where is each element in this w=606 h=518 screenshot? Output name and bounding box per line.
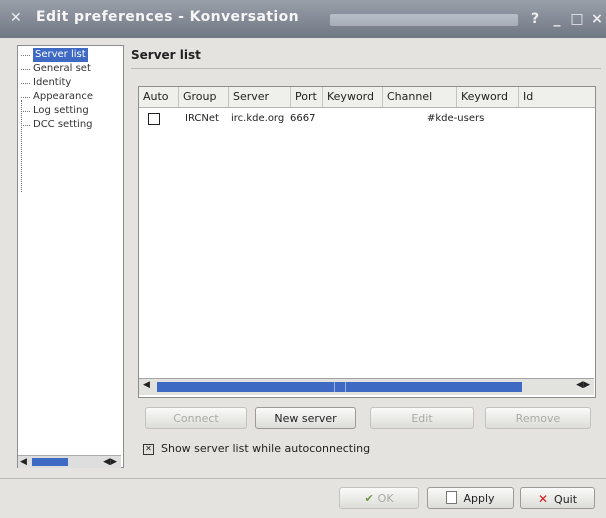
edit-button[interactable]: Edit	[370, 407, 474, 429]
column-header-auto[interactable]: Auto	[139, 87, 179, 107]
quit-button[interactable]: ✕ Quit	[520, 487, 595, 509]
scroll-left-icon[interactable]: ◀	[20, 456, 27, 468]
tree-item-label: Log setting	[33, 105, 89, 116]
scroll-arrows-icon[interactable]: ◀▶	[103, 456, 117, 468]
tree-item-identity[interactable]: Identity	[21, 76, 121, 90]
tree-item-label: Server list	[33, 48, 88, 62]
tree-item-label: General set	[33, 63, 91, 74]
scrollbar-thumb[interactable]	[32, 458, 68, 466]
tree-horizontal-scrollbar[interactable]: ◀ ◀▶	[18, 455, 121, 468]
close-icon[interactable]: ×	[588, 10, 606, 28]
server-list-table[interactable]: Auto Group Server Port Keyword Channel K…	[138, 86, 596, 398]
window-title: Edit preferences - Konversation	[36, 9, 299, 25]
quit-label: Quit	[554, 493, 578, 506]
check-icon: ✔	[364, 492, 374, 505]
column-header-server[interactable]: Server	[229, 87, 291, 107]
scrollbar-grip	[334, 382, 346, 392]
settings-tree[interactable]: Server list General set Identity Appeara…	[17, 45, 124, 468]
divider	[0, 478, 606, 479]
tree-item-label: Identity	[33, 77, 72, 88]
table-horizontal-scrollbar[interactable]: ◀ ◀▶	[139, 378, 594, 395]
title-bar-decoration	[330, 14, 518, 26]
column-header-channel-keyword[interactable]: Keyword	[457, 87, 519, 107]
column-header-group[interactable]: Group	[179, 87, 229, 107]
column-header-keyword[interactable]: Keyword	[323, 87, 383, 107]
title-bar[interactable]: ✕ Edit preferences - Konversation ? _ □ …	[0, 0, 606, 38]
close-icon: ✕	[537, 492, 549, 506]
cell-group: IRCNet	[185, 113, 219, 124]
preferences-window: ✕ Edit preferences - Konversation ? _ □ …	[0, 0, 606, 518]
tree-item-label: Appearance	[33, 91, 94, 102]
app-icon: ✕	[10, 10, 22, 26]
tree-item-label: DCC setting	[33, 119, 93, 130]
column-header-port[interactable]: Port	[291, 87, 323, 107]
new-server-button[interactable]: New server	[255, 407, 356, 429]
apply-button[interactable]: Apply	[427, 487, 514, 509]
remove-button[interactable]: Remove	[485, 407, 591, 429]
ok-button[interactable]: ✔ OK	[339, 487, 419, 509]
tree-item-general-settings[interactable]: General set	[21, 62, 121, 76]
cell-server: irc.kde.org	[231, 113, 285, 124]
scroll-arrows-icon[interactable]: ◀▶	[576, 380, 590, 390]
help-icon[interactable]: ?	[526, 10, 544, 28]
table-header: Auto Group Server Port Keyword Channel K…	[139, 87, 595, 108]
tree-item-appearance[interactable]: Appearance	[21, 90, 121, 104]
scroll-left-icon[interactable]: ◀	[143, 380, 150, 390]
divider	[131, 68, 601, 69]
tree-item-log-settings[interactable]: Log setting	[21, 104, 121, 118]
ok-label: OK	[377, 492, 394, 505]
column-header-channel[interactable]: Channel	[383, 87, 457, 107]
cell-port: 6667	[290, 113, 316, 124]
column-header-identity[interactable]: Id	[519, 87, 595, 107]
cell-channel: #kde-users	[427, 113, 485, 124]
maximize-icon[interactable]: □	[568, 10, 586, 28]
show-server-list-label: Show server list while autoconnecting	[161, 442, 371, 455]
apply-label: Apply	[463, 492, 495, 505]
auto-checkbox[interactable]	[148, 113, 160, 125]
document-icon	[446, 491, 458, 504]
page-title: Server list	[131, 48, 201, 62]
minimize-icon[interactable]: _	[548, 10, 566, 28]
connect-button[interactable]: Connect	[145, 407, 247, 429]
tree-item-dcc-settings[interactable]: DCC setting	[21, 118, 121, 132]
show-server-list-checkbox[interactable]: ✕	[143, 444, 154, 455]
tree-item-server-list[interactable]: Server list	[21, 48, 121, 62]
